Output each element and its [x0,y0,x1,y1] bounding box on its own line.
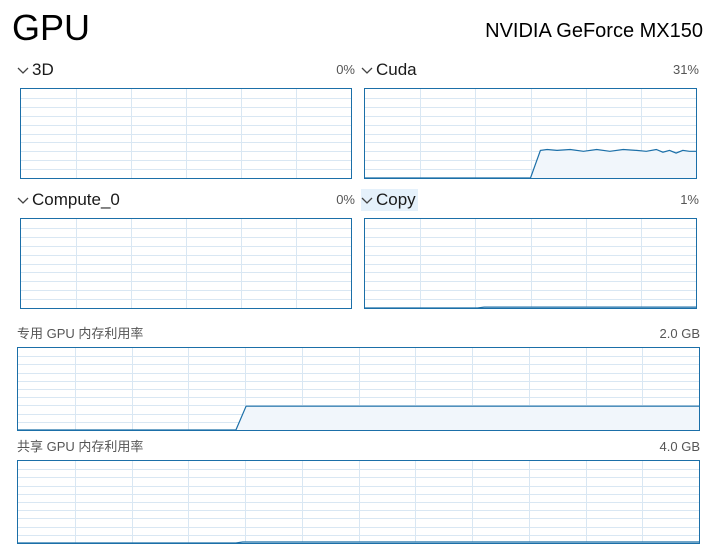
gpu-device-name: NVIDIA GeForce MX150 [485,20,703,42]
dedicated-memory-max: 2.0 GB [659,326,700,341]
engine-percent: 1% [680,192,699,207]
engine-header-3d: 3D 0% [17,59,355,81]
usage-chart [365,219,696,308]
engine-selector-3d[interactable]: 3D [17,59,56,81]
chevron-down-icon [361,197,373,204]
dedicated-memory-label: 专用 GPU 内存利用率 [17,326,144,341]
usage-chart [21,219,351,308]
usage-chart [18,348,699,430]
shared-memory-max: 4.0 GB [659,439,700,454]
engine-name: Copy [376,190,416,209]
engine-graph-cuda [364,88,697,179]
usage-area [365,149,696,178]
chevron-down-icon [17,197,29,204]
engine-name: Cuda [376,60,417,79]
shared-memory-label: 共享 GPU 内存利用率 [17,439,144,454]
usage-chart [365,89,696,178]
engine-name: 3D [32,60,54,79]
engine-percent: 31% [672,62,699,77]
usage-area [18,406,699,430]
engine-selector-copy[interactable]: Copy [361,189,418,211]
engine-selector-compute-0[interactable]: Compute_0 [17,189,122,211]
page-title: GPU [12,7,91,48]
engine-graph-3d [20,88,352,179]
engine-percent: 0% [336,62,355,77]
engine-header-copy: Copy 1% [361,189,699,211]
chevron-down-icon [17,67,29,74]
engine-percent: 0% [336,192,355,207]
engine-graph-compute-0 [20,218,352,309]
engine-header-compute-0: Compute_0 0% [17,189,355,211]
engine-header-cuda: Cuda 31% [361,59,699,81]
chevron-down-icon [361,67,373,74]
usage-chart [21,89,351,178]
usage-chart [18,461,699,543]
engine-name: Compute_0 [32,190,120,209]
dedicated-memory-graph [17,347,700,431]
engine-selector-cuda[interactable]: Cuda [361,59,419,81]
shared-memory-graph [17,460,700,544]
engine-graph-copy [364,218,697,309]
